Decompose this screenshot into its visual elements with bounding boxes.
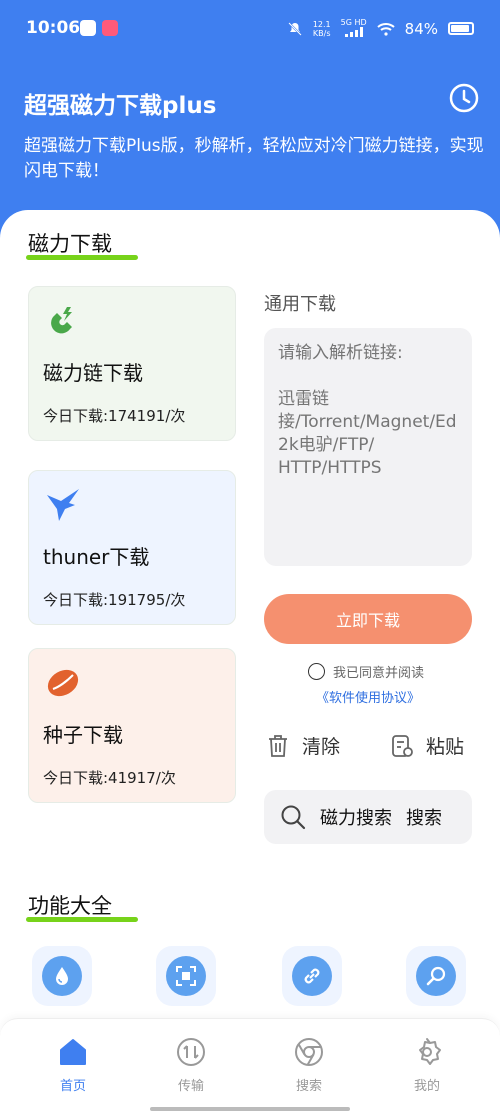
app-notification-icon [102, 20, 118, 36]
feature-circle [292, 956, 332, 996]
qr-scan-icon [176, 966, 196, 986]
section-title-magnet: 磁力下载 [26, 228, 138, 260]
drop-icon [56, 967, 68, 985]
nav-label: 搜索 [295, 1079, 322, 1094]
home-indicator [150, 1107, 350, 1111]
magnet-icon [51, 307, 72, 334]
battery-percent: 84% [404, 19, 438, 38]
agree-text: 我已同意并阅读 [333, 666, 425, 681]
section-title-text: 磁力下载 [28, 232, 112, 256]
feature-link[interactable] [282, 946, 342, 1006]
link-icon [304, 968, 320, 984]
app-subtitle: 超强磁力下载Plus版，秒解析，轻松应对冷门磁力链接，实现闪电下载！ [24, 136, 484, 181]
paste-label: 粘贴 [426, 736, 465, 758]
seed-icon [47, 669, 79, 697]
nav-label: 首页 [59, 1079, 86, 1094]
card-title: thuner下载 [43, 545, 150, 569]
signal-indicator: 5G HD [341, 18, 367, 39]
paste-button[interactable]: 粘贴 [390, 732, 464, 759]
net-speed-value: 12.1 [312, 19, 331, 29]
app-notification-icon [80, 20, 96, 36]
section-title-features: 功能大全 [26, 890, 138, 922]
clipboard-icon [392, 734, 413, 757]
search-label: 磁力搜索 [320, 808, 392, 829]
agree-radio[interactable] [308, 663, 325, 680]
browser-icon [295, 1038, 323, 1066]
app-title: 超强磁力下载plus [24, 93, 217, 119]
main-content: 磁力下载 磁力链下载 今日下载:174191/次 thuner下载 今日下载:1… [0, 210, 500, 1115]
net-speed: 12.1 KB/s [313, 20, 331, 38]
trash-icon [269, 734, 287, 757]
nav-profile[interactable]: 我的 [387, 1037, 467, 1094]
general-download-label: 通用下载 [264, 294, 336, 315]
nav-transfer[interactable]: 传输 [151, 1037, 231, 1094]
thunder-bird-icon [47, 489, 79, 521]
agreement-link[interactable]: 《软件使用协议》 [316, 687, 420, 706]
nav-search[interactable]: 搜索 [269, 1037, 349, 1094]
card-title: 种子下载 [43, 723, 123, 747]
thunder-card[interactable]: thuner下载 今日下载:191795/次 [28, 470, 236, 625]
bottom-nav: 首页 传输 搜索 我的 [0, 1018, 500, 1115]
signal-label: 5G HD [340, 18, 367, 27]
signal-icon [344, 27, 363, 37]
status-indicators: 12.1 KB/s 5G HD 84% [287, 18, 474, 39]
link-input[interactable] [264, 328, 472, 566]
download-now-button[interactable]: 立即下载 [264, 594, 472, 644]
history-clock-icon[interactable] [448, 82, 480, 114]
transfer-icon [177, 1038, 205, 1066]
agreement-row: 我已同意并阅读 [308, 662, 424, 681]
feature-drop[interactable] [32, 946, 92, 1006]
magnet-search-box[interactable]: 磁力搜索 搜索 [264, 790, 472, 844]
magnet-link-card[interactable]: 磁力链下载 今日下载:174191/次 [28, 286, 236, 441]
clear-label: 清除 [302, 736, 341, 758]
clear-button[interactable]: 清除 [266, 732, 340, 759]
mute-icon [288, 21, 302, 36]
battery-icon [448, 22, 474, 35]
status-time: 10:06 [26, 18, 81, 38]
search-icon [281, 805, 306, 830]
card-stat: 今日下载:191795/次 [43, 591, 186, 609]
status-bar: 10:06 12.1 KB/s 5G HD 84% [0, 0, 500, 60]
feature-circle [416, 956, 456, 996]
card-stat: 今日下载:174191/次 [43, 407, 186, 425]
section-title-text: 功能大全 [28, 894, 112, 918]
feature-circle [166, 956, 206, 996]
card-stat: 今日下载:41917/次 [43, 769, 176, 787]
wifi-icon [376, 22, 395, 36]
magnifier-icon [426, 966, 446, 986]
nav-label: 传输 [177, 1079, 204, 1094]
nav-home[interactable]: 首页 [33, 1037, 113, 1094]
nav-label: 我的 [413, 1079, 440, 1094]
notification-icons [80, 20, 118, 36]
card-title: 磁力链下载 [43, 361, 143, 385]
home-icon [60, 1039, 86, 1065]
feature-magnifier[interactable] [406, 946, 466, 1006]
search-button[interactable]: 搜索 [406, 804, 442, 830]
feature-circle [42, 956, 82, 996]
feature-qr-scan[interactable] [156, 946, 216, 1006]
gear-icon [419, 1038, 441, 1065]
seed-card[interactable]: 种子下载 今日下载:41917/次 [28, 648, 236, 803]
net-speed-unit: KB/s [312, 28, 331, 38]
